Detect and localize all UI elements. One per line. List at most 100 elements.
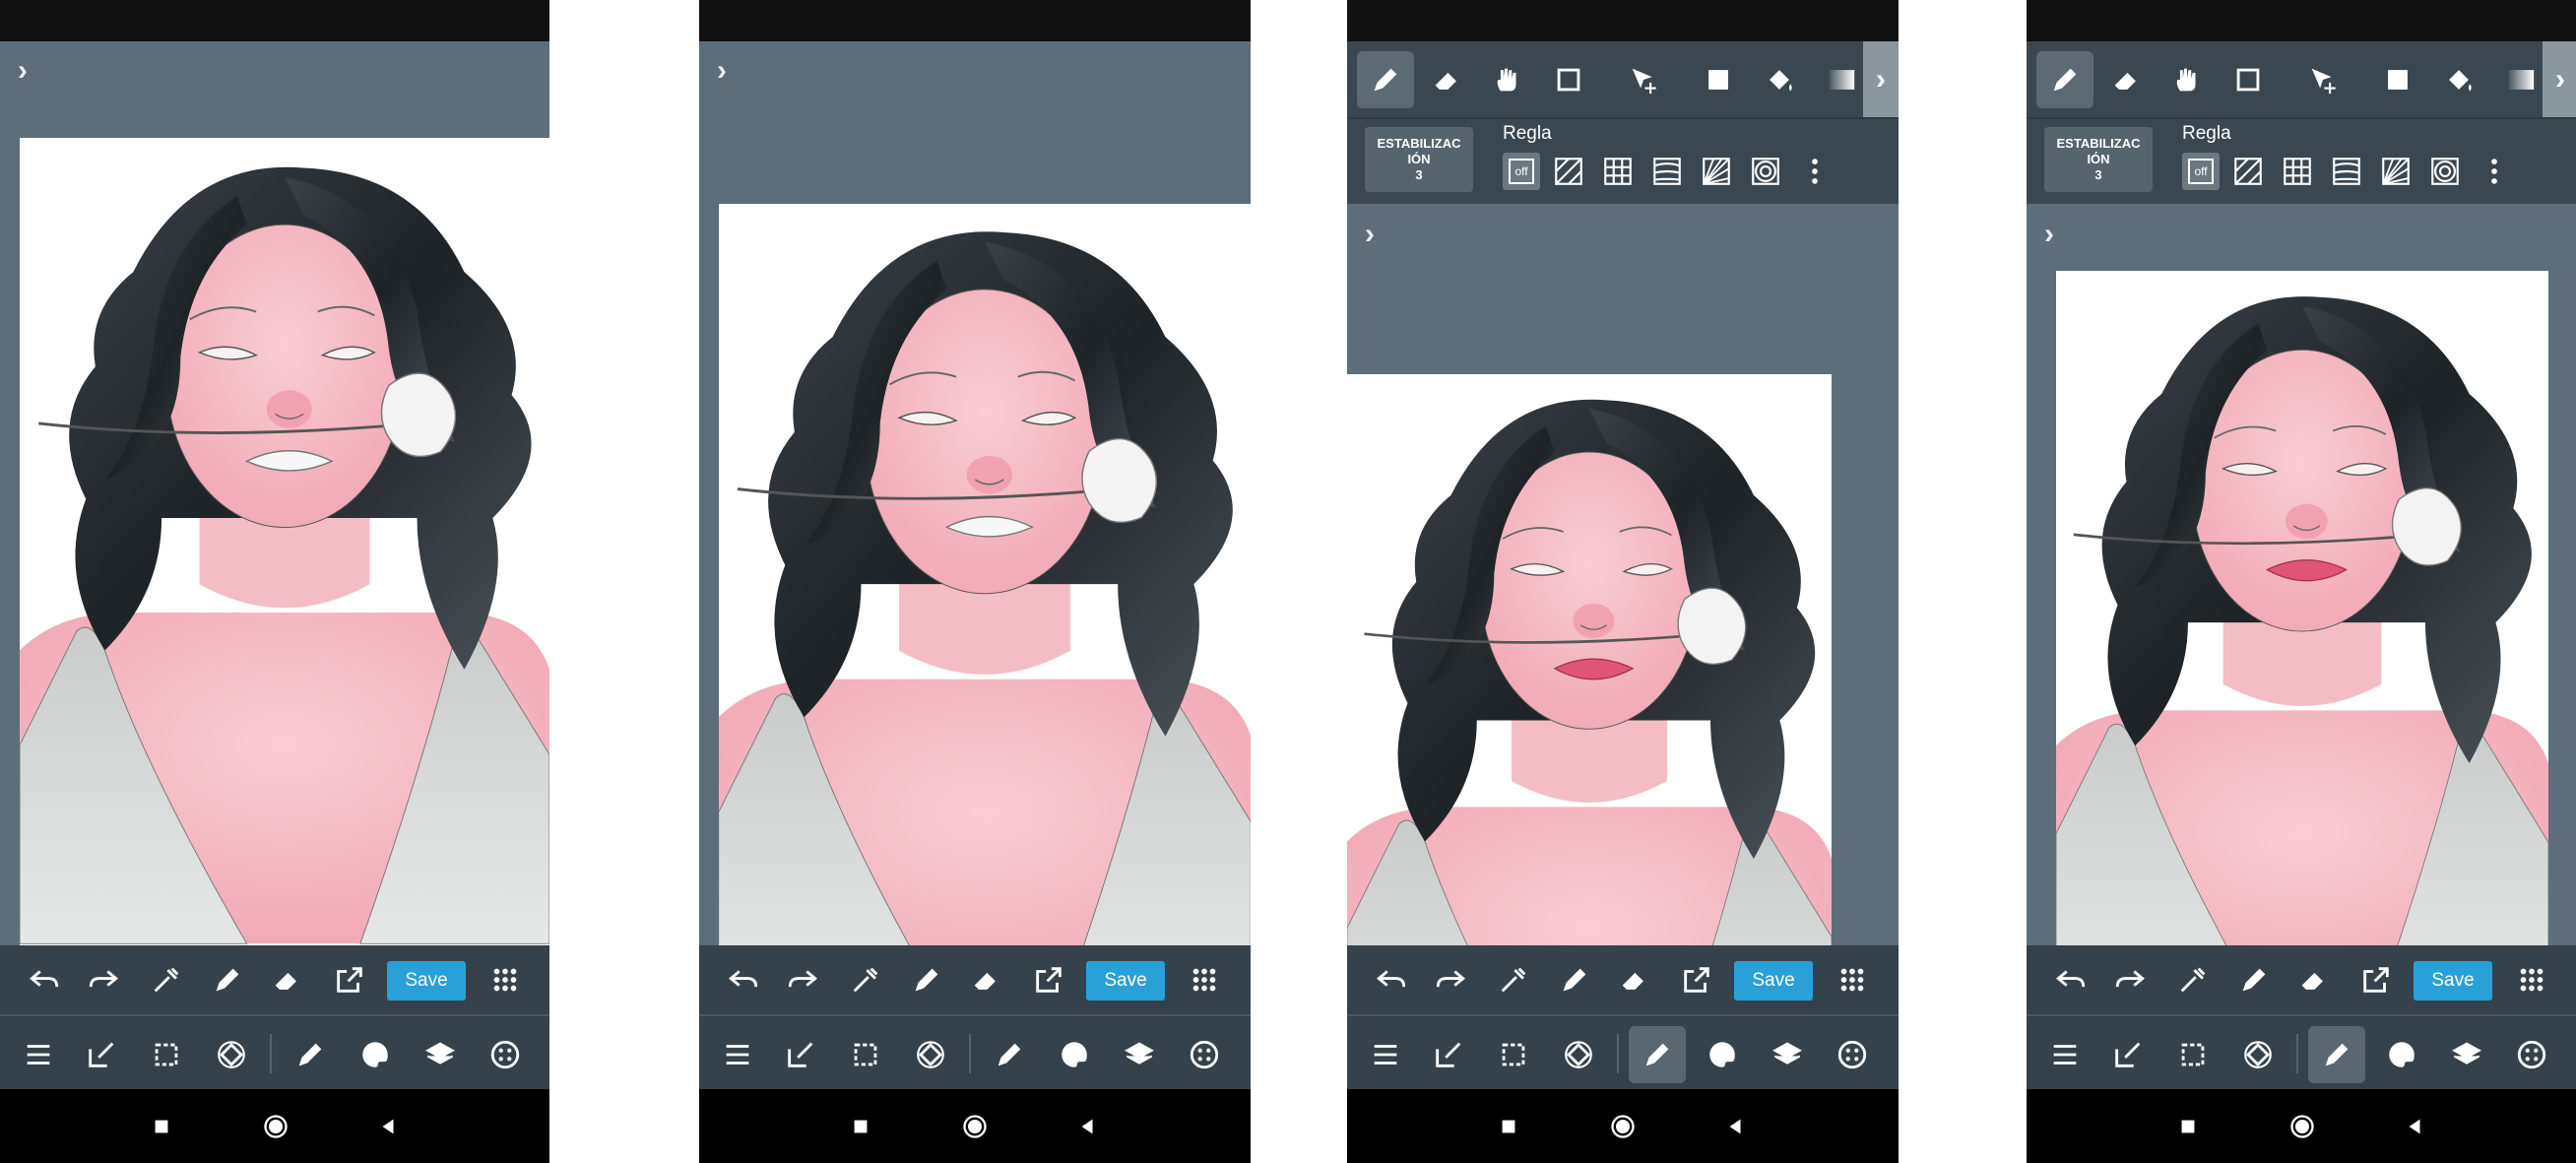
back-icon[interactable] [2397, 1109, 2432, 1144]
selection-icon[interactable] [2164, 1026, 2222, 1083]
home-icon[interactable] [2285, 1109, 2320, 1144]
brush-icon[interactable] [981, 1026, 1038, 1083]
transform-icon[interactable] [203, 1026, 260, 1083]
ruler-concentric-icon[interactable] [1747, 153, 1784, 190]
menu-icon[interactable] [1357, 1026, 1414, 1083]
rectangle-tool-icon[interactable] [2220, 51, 2277, 108]
layers-icon[interactable] [2438, 1026, 2495, 1083]
chevron-right-icon[interactable]: › [2543, 41, 2576, 117]
move-tool-icon[interactable] [1615, 51, 1672, 108]
palette-icon[interactable] [1046, 1026, 1103, 1083]
move-tool-icon[interactable] [2294, 51, 2351, 108]
chevron-right-icon[interactable]: › [717, 56, 741, 86]
materials-icon[interactable] [1824, 1026, 1881, 1083]
fill-color-icon[interactable] [2369, 51, 2426, 108]
ruler-perspective-icon[interactable] [2328, 153, 2365, 190]
layers-icon[interactable] [1111, 1026, 1168, 1083]
pen-icon[interactable] [207, 959, 248, 1001]
menu-icon[interactable] [10, 1026, 67, 1083]
save-button[interactable]: Save [387, 961, 466, 1001]
edit-icon[interactable] [73, 1026, 130, 1083]
drawing-canvas[interactable] [2056, 271, 2548, 945]
eraser-icon[interactable] [266, 959, 307, 1001]
export-icon[interactable] [1676, 959, 1717, 1001]
drawing-canvas[interactable] [719, 204, 1251, 945]
bucket-icon[interactable] [1751, 51, 1808, 108]
ruler-grid-icon[interactable] [2279, 153, 2316, 190]
ruler-concentric-icon[interactable] [2426, 153, 2464, 190]
ruler-parallel-icon[interactable] [1550, 153, 1587, 190]
gradient-icon[interactable] [1812, 51, 1869, 108]
eyedropper-icon[interactable] [2172, 959, 2214, 1001]
export-icon[interactable] [2355, 959, 2397, 1001]
edit-icon[interactable] [2099, 1026, 2157, 1083]
chevron-right-icon[interactable]: › [18, 56, 41, 86]
palette-icon[interactable] [2373, 1026, 2430, 1083]
grid-menu-icon[interactable] [1832, 959, 1873, 1001]
eyedropper-icon[interactable] [845, 959, 886, 1001]
materials-icon[interactable] [1176, 1026, 1233, 1083]
save-button[interactable]: Save [2414, 961, 2492, 1001]
materials-icon[interactable] [2503, 1026, 2560, 1083]
eyedropper-icon[interactable] [1493, 959, 1534, 1001]
recent-apps-icon[interactable] [1491, 1109, 1526, 1144]
gradient-icon[interactable] [2491, 51, 2548, 108]
undo-icon[interactable] [24, 959, 65, 1001]
pen-icon[interactable] [1554, 959, 1595, 1001]
palette-icon[interactable] [347, 1026, 404, 1083]
ruler-grid-icon[interactable] [1599, 153, 1637, 190]
home-icon[interactable] [258, 1109, 293, 1144]
pen-tool-icon[interactable] [2036, 51, 2093, 108]
back-icon[interactable] [370, 1109, 406, 1144]
layers-icon[interactable] [412, 1026, 469, 1083]
chevron-right-icon[interactable]: › [1365, 220, 1388, 249]
recent-apps-icon[interactable] [144, 1109, 179, 1144]
home-icon[interactable] [1605, 1109, 1641, 1144]
save-button[interactable]: Save [1086, 961, 1165, 1001]
ruler-off-option[interactable]: off [1503, 153, 1540, 190]
transform-icon[interactable] [2229, 1026, 2286, 1083]
redo-icon[interactable] [1430, 959, 1471, 1001]
back-icon[interactable] [1717, 1109, 1753, 1144]
eraser-icon[interactable] [965, 959, 1006, 1001]
redo-icon[interactable] [2109, 959, 2151, 1001]
undo-icon[interactable] [1371, 959, 1412, 1001]
ruler-radial-icon[interactable] [1698, 153, 1735, 190]
edit-icon[interactable] [1420, 1026, 1477, 1083]
redo-icon[interactable] [83, 959, 124, 1001]
stabilizer-button[interactable]: ESTABILIZAC IÓN 3 [2044, 127, 2153, 192]
hand-tool-icon[interactable] [2158, 51, 2216, 108]
edit-icon[interactable] [772, 1026, 829, 1083]
undo-icon[interactable] [723, 959, 764, 1001]
transform-icon[interactable] [902, 1026, 959, 1083]
fill-color-icon[interactable] [1690, 51, 1747, 108]
layers-icon[interactable] [1759, 1026, 1816, 1083]
undo-icon[interactable] [2050, 959, 2092, 1001]
recent-apps-icon[interactable] [2170, 1109, 2206, 1144]
grid-menu-icon[interactable] [2511, 959, 2552, 1001]
chevron-right-icon[interactable]: › [1863, 41, 1899, 117]
stabilizer-button[interactable]: ESTABILIZAC IÓN 3 [1365, 127, 1473, 192]
drawing-canvas[interactable] [1347, 374, 1832, 945]
drawing-canvas[interactable] [20, 138, 549, 945]
recent-apps-icon[interactable] [843, 1109, 878, 1144]
eraser-tool-icon[interactable] [1418, 51, 1475, 108]
brush-icon[interactable] [1629, 1026, 1686, 1083]
ruler-perspective-icon[interactable] [1648, 153, 1686, 190]
selection-icon[interactable] [1485, 1026, 1542, 1083]
chevron-right-icon[interactable]: › [2044, 220, 2068, 249]
transform-icon[interactable] [1550, 1026, 1607, 1083]
back-icon[interactable] [1069, 1109, 1105, 1144]
export-icon[interactable] [329, 959, 370, 1001]
pen-icon[interactable] [906, 959, 947, 1001]
bucket-icon[interactable] [2430, 51, 2487, 108]
grid-menu-icon[interactable] [1184, 959, 1225, 1001]
ruler-off-option[interactable]: off [2182, 153, 2220, 190]
save-button[interactable]: Save [1734, 961, 1813, 1001]
eyedropper-icon[interactable] [146, 959, 187, 1001]
materials-icon[interactable] [477, 1026, 534, 1083]
pen-icon[interactable] [2233, 959, 2275, 1001]
export-icon[interactable] [1028, 959, 1069, 1001]
eraser-tool-icon[interactable] [2097, 51, 2155, 108]
brush-icon[interactable] [282, 1026, 339, 1083]
